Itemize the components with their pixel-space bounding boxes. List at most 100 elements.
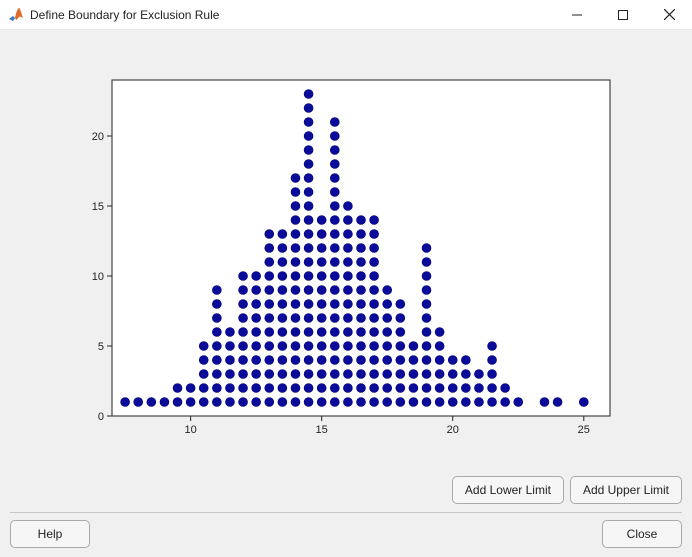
data-point	[488, 370, 497, 379]
data-point	[357, 342, 366, 351]
data-point	[553, 398, 562, 407]
data-point	[396, 356, 405, 365]
data-point	[317, 286, 326, 295]
data-point	[422, 328, 431, 337]
svg-text:25: 25	[578, 424, 590, 436]
data-point	[278, 370, 287, 379]
data-point	[239, 300, 248, 309]
data-point	[199, 370, 208, 379]
data-point	[435, 356, 444, 365]
data-point	[330, 356, 339, 365]
data-point	[370, 258, 379, 267]
data-point	[304, 118, 313, 127]
data-point	[291, 384, 300, 393]
data-point	[330, 174, 339, 183]
data-point	[396, 398, 405, 407]
data-point	[330, 300, 339, 309]
data-point	[265, 314, 274, 323]
data-point	[239, 314, 248, 323]
data-point	[448, 370, 457, 379]
data-point	[291, 230, 300, 239]
data-point	[278, 258, 287, 267]
data-point	[265, 258, 274, 267]
data-point	[304, 384, 313, 393]
data-point	[357, 398, 366, 407]
data-point	[304, 342, 313, 351]
data-point	[212, 286, 221, 295]
close-window-button[interactable]	[646, 0, 692, 30]
add-lower-limit-button[interactable]: Add Lower Limit	[452, 476, 564, 504]
data-point	[396, 384, 405, 393]
data-point	[304, 216, 313, 225]
data-point	[278, 286, 287, 295]
data-point	[370, 300, 379, 309]
data-point	[239, 398, 248, 407]
data-point	[435, 384, 444, 393]
data-point	[291, 286, 300, 295]
data-point	[304, 132, 313, 141]
scatter-plot: 1015202505101520	[72, 70, 620, 446]
data-point	[317, 356, 326, 365]
data-point	[304, 188, 313, 197]
data-point	[330, 216, 339, 225]
data-point	[317, 384, 326, 393]
data-point	[304, 146, 313, 155]
close-button[interactable]: Close	[602, 520, 682, 548]
data-point	[357, 272, 366, 281]
data-point	[501, 398, 510, 407]
data-point	[422, 314, 431, 323]
data-point	[291, 356, 300, 365]
data-point	[435, 398, 444, 407]
data-point	[422, 286, 431, 295]
data-point	[396, 328, 405, 337]
data-point	[461, 356, 470, 365]
data-point	[278, 300, 287, 309]
data-point	[278, 356, 287, 365]
data-point	[278, 398, 287, 407]
data-point	[134, 398, 143, 407]
data-point	[160, 398, 169, 407]
data-point	[304, 202, 313, 211]
data-point	[343, 216, 352, 225]
data-point	[212, 384, 221, 393]
data-point	[422, 356, 431, 365]
data-point	[239, 272, 248, 281]
data-point	[212, 328, 221, 337]
data-point	[304, 272, 313, 281]
data-point	[265, 384, 274, 393]
data-point	[461, 384, 470, 393]
data-point	[330, 342, 339, 351]
data-point	[343, 244, 352, 253]
data-point	[278, 230, 287, 239]
data-point	[278, 384, 287, 393]
data-point	[252, 356, 261, 365]
data-point	[357, 286, 366, 295]
data-point	[317, 314, 326, 323]
data-point	[330, 202, 339, 211]
data-point	[212, 398, 221, 407]
add-upper-limit-button[interactable]: Add Upper Limit	[570, 476, 682, 504]
data-point	[278, 328, 287, 337]
data-point	[488, 356, 497, 365]
data-point	[501, 384, 510, 393]
data-point	[330, 160, 339, 169]
data-point	[265, 230, 274, 239]
data-point	[422, 300, 431, 309]
data-point	[265, 356, 274, 365]
data-point	[239, 356, 248, 365]
data-point	[304, 174, 313, 183]
data-point	[343, 202, 352, 211]
data-point	[474, 370, 483, 379]
data-point	[343, 356, 352, 365]
data-point	[330, 188, 339, 197]
data-point	[212, 370, 221, 379]
help-button[interactable]: Help	[10, 520, 90, 548]
data-point	[291, 188, 300, 197]
data-point	[370, 272, 379, 281]
data-point	[265, 342, 274, 351]
minimize-button[interactable]	[554, 0, 600, 30]
data-point	[291, 342, 300, 351]
data-point	[383, 314, 392, 323]
maximize-button[interactable]	[600, 0, 646, 30]
data-point	[357, 356, 366, 365]
